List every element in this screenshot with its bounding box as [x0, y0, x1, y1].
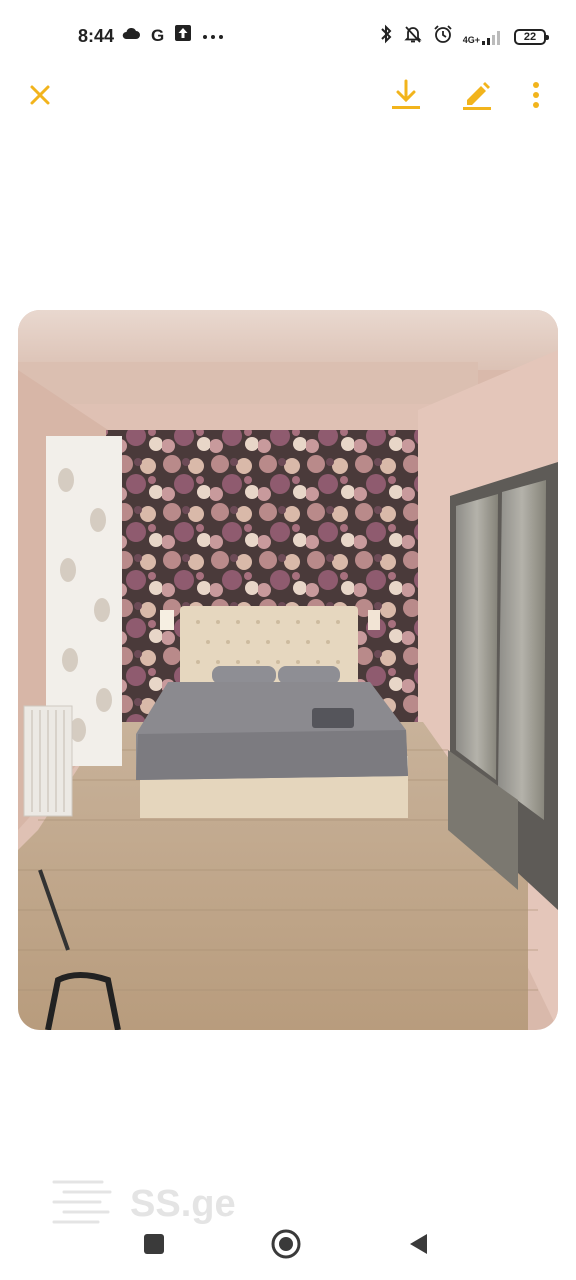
download-icon: [391, 79, 421, 116]
network-type: 4G+: [462, 34, 480, 45]
more-dots-icon: [202, 27, 224, 45]
status-left-icons: G: [121, 24, 224, 47]
close-button[interactable]: [18, 72, 62, 122]
google-icon: G: [151, 25, 165, 45]
bedroom-photo[interactable]: [18, 310, 558, 1030]
recents-square-icon: [143, 1233, 165, 1260]
home-circle-icon: [271, 1229, 301, 1264]
alarm-icon: [433, 24, 453, 49]
overflow-menu-button[interactable]: [514, 72, 558, 122]
status-time: 8:44: [78, 26, 115, 46]
close-icon: [28, 83, 52, 112]
overflow-menu-icon: [532, 81, 540, 114]
upload-icon: [174, 24, 192, 47]
cloud-icon: [121, 26, 141, 45]
bluetooth-icon: [379, 24, 393, 49]
back-triangle-icon: [407, 1232, 429, 1261]
status-right-icons: 4G+ 22: [379, 24, 549, 49]
home-button[interactable]: [266, 1226, 306, 1266]
back-button[interactable]: [398, 1226, 438, 1266]
recents-button[interactable]: [134, 1226, 174, 1266]
viewer-toolbar: [0, 72, 576, 124]
status-bar: 8:44 G 4G+ 22: [0, 0, 576, 72]
system-nav-bar: [0, 1210, 576, 1280]
edit-icon: [461, 80, 493, 115]
edit-button[interactable]: [455, 72, 499, 122]
signal-icon: 4G+: [463, 29, 504, 45]
download-button[interactable]: [384, 72, 428, 122]
battery-icon: 22: [514, 28, 549, 45]
mute-bell-icon: [403, 24, 423, 49]
